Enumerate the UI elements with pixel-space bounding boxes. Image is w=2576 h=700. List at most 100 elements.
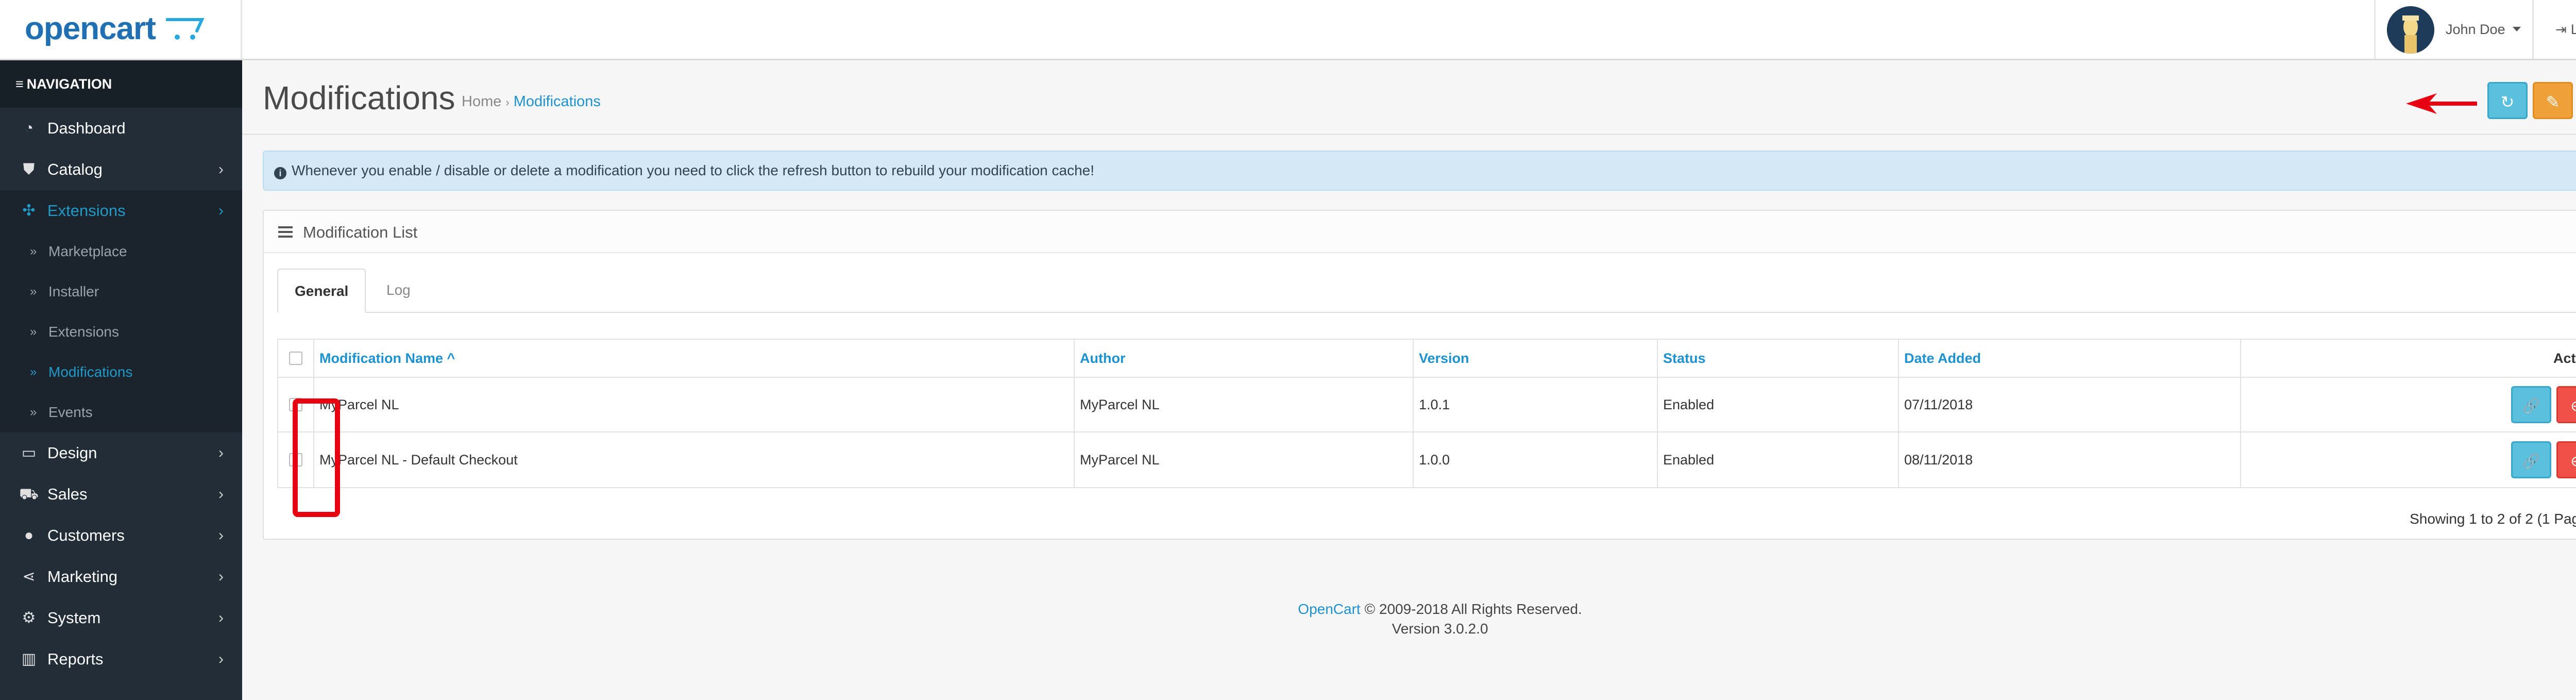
hamburger-icon: ≡ <box>15 76 24 92</box>
puzzle-icon: ✣ <box>22 202 36 219</box>
pagination-summary: Showing 1 to 2 of 2 (1 Pages) <box>2410 511 2576 527</box>
chevron-right-icon: › <box>218 486 224 503</box>
chevron-right-icon: › <box>218 651 224 668</box>
link-button[interactable]: 🔗 <box>2511 441 2551 478</box>
page-title: Modifications <box>263 79 455 116</box>
cart-logo-icon <box>166 18 205 40</box>
sidebar-item-reports[interactable]: ▥ Reports › <box>0 639 242 680</box>
navigation-title[interactable]: ≡ NAVIGATION <box>0 60 242 108</box>
link-button[interactable]: 🔗 <box>2511 386 2551 423</box>
disable-button[interactable]: ⊖ <box>2556 441 2576 478</box>
chevron-right-icon: › <box>218 444 224 461</box>
chevron-right-icon: › <box>218 527 224 544</box>
header-date-added[interactable]: Date Added <box>1899 340 2241 377</box>
tag-icon: ⛊ <box>23 161 35 178</box>
top-header: opencart John Doe ⇥Logout <box>0 0 2576 60</box>
minus-circle-icon: ⊖ <box>2570 453 2576 469</box>
share-icon: ⋖ <box>22 568 36 585</box>
sidebar-subitem-installer[interactable]: » Installer <box>0 272 242 312</box>
avatar-image-icon <box>2387 6 2434 54</box>
bar-chart-icon: ▥ <box>21 651 37 668</box>
sidebar-item-dashboard[interactable]: ◔ Dashboard <box>0 108 242 149</box>
cart-icon: ⛟ <box>19 486 39 503</box>
logo-area[interactable]: opencart <box>0 0 242 59</box>
chevron-right-icon: › <box>218 161 224 178</box>
panel-heading: Modification List <box>264 211 2576 253</box>
logout-link[interactable]: ⇥Logout <box>2555 22 2576 38</box>
user-menu[interactable]: John Doe <box>2374 0 2534 59</box>
footer: OpenCart © 2009-2018 All Rights Reserved… <box>242 599 2576 639</box>
opencart-logo[interactable]: opencart <box>25 10 156 47</box>
caret-down-icon[interactable] <box>2513 27 2521 31</box>
footer-version: Version 3.0.2.0 <box>1392 621 1488 637</box>
dashboard-icon: ◔ <box>24 120 34 137</box>
select-all-cell <box>278 340 314 377</box>
cell-author: MyParcel NL <box>1075 432 1414 487</box>
cell-name: MyParcel NL - Default Checkout <box>314 432 1075 487</box>
main-content: Modifications Home›Modifications ↻ ✎ 🗑 i… <box>242 60 2576 700</box>
sidebar: ≡ NAVIGATION ◔ Dashboard ⛊ Catalog › ✣ Ex… <box>0 60 242 700</box>
eraser-icon: ✎ <box>2546 93 2560 111</box>
cell-actions: 🔗 ⊖ <box>2241 432 2576 487</box>
sign-out-icon: ⇥ <box>2555 22 2567 37</box>
page-header: Modifications Home›Modifications ↻ ✎ 🗑 <box>242 60 2576 135</box>
double-angle-right-icon: » <box>30 325 37 339</box>
cell-name: MyParcel NL <box>314 378 1075 431</box>
header-modification-name[interactable]: Modification Name ^ <box>314 340 1075 377</box>
refresh-icon: ↻ <box>2500 93 2515 111</box>
header-status[interactable]: Status <box>1658 340 1899 377</box>
sidebar-subitem-marketplace[interactable]: » Marketplace <box>0 231 242 272</box>
avatar <box>2387 6 2434 54</box>
breadcrumb-separator: › <box>505 96 510 109</box>
info-circle-icon: i <box>274 167 286 179</box>
link-icon: 🔗 <box>2522 398 2540 414</box>
cell-status: Enabled <box>1658 378 1899 431</box>
tab-general[interactable]: General <box>277 269 366 313</box>
double-angle-right-icon: » <box>30 405 37 419</box>
sidebar-subitem-modifications[interactable]: » Modifications <box>0 352 242 392</box>
double-angle-right-icon: » <box>30 365 37 379</box>
cell-date-added: 07/11/2018 <box>1899 378 2241 431</box>
sidebar-subitem-events[interactable]: » Events <box>0 392 242 432</box>
modification-list-panel: Modification List General Log Modificati… <box>263 210 2576 540</box>
annotation-highlight-box <box>293 398 340 517</box>
sidebar-item-sales[interactable]: ⛟ Sales › <box>0 474 242 515</box>
info-alert: i Whenever you enable / disable or delete… <box>263 151 2576 191</box>
cog-icon: ⚙ <box>22 609 36 626</box>
sort-asc-icon: ^ <box>443 350 455 366</box>
sidebar-item-catalog[interactable]: ⛊ Catalog › <box>0 149 242 190</box>
cell-version: 1.0.1 <box>1414 378 1658 431</box>
breadcrumb-modifications[interactable]: Modifications <box>514 93 601 110</box>
logout-label: Logout <box>2570 22 2576 37</box>
user-icon: ● <box>24 527 34 544</box>
table-row: MyParcel NL - Default Checkout MyParcel … <box>278 432 2576 487</box>
breadcrumb-home[interactable]: Home <box>462 93 501 110</box>
footer-brand-link[interactable]: OpenCart <box>1298 601 1360 617</box>
double-angle-right-icon: » <box>30 244 37 258</box>
footer-copyright-line: OpenCart © 2009-2018 All Rights Reserved… <box>242 599 2576 619</box>
chevron-right-icon: › <box>218 202 224 219</box>
minus-circle-icon: ⊖ <box>2570 398 2576 414</box>
header-version[interactable]: Version <box>1414 340 1658 377</box>
refresh-button[interactable]: ↻ <box>2487 82 2528 119</box>
chevron-right-icon: › <box>218 609 224 626</box>
cell-author: MyParcel NL <box>1075 378 1414 431</box>
select-all-checkbox[interactable] <box>289 352 302 365</box>
header-author[interactable]: Author <box>1075 340 1414 377</box>
sidebar-item-customers[interactable]: ● Customers › <box>0 515 242 556</box>
tab-log[interactable]: Log <box>370 269 427 313</box>
sidebar-subitem-extensions[interactable]: » Extensions <box>0 312 242 352</box>
desktop-icon: ▭ <box>21 444 37 461</box>
list-icon <box>278 226 293 239</box>
breadcrumb: Home › Modifications <box>462 93 601 110</box>
sidebar-item-extensions[interactable]: ✣ Extensions › <box>0 190 242 231</box>
sidebar-item-design[interactable]: ▭ Design › <box>0 432 242 474</box>
footer-copyright: © 2009-2018 All Rights Reserved. <box>1364 601 1582 617</box>
disable-button[interactable]: ⊖ <box>2556 386 2576 423</box>
sidebar-item-marketing[interactable]: ⋖ Marketing › <box>0 556 242 597</box>
user-name[interactable]: John Doe <box>2446 22 2505 38</box>
alert-text: Whenever you enable / disable or delete … <box>292 162 1095 178</box>
cell-actions: 🔗 ⊖ <box>2241 378 2576 431</box>
clear-button[interactable]: ✎ <box>2533 82 2573 119</box>
sidebar-item-system[interactable]: ⚙ System › <box>0 597 242 639</box>
